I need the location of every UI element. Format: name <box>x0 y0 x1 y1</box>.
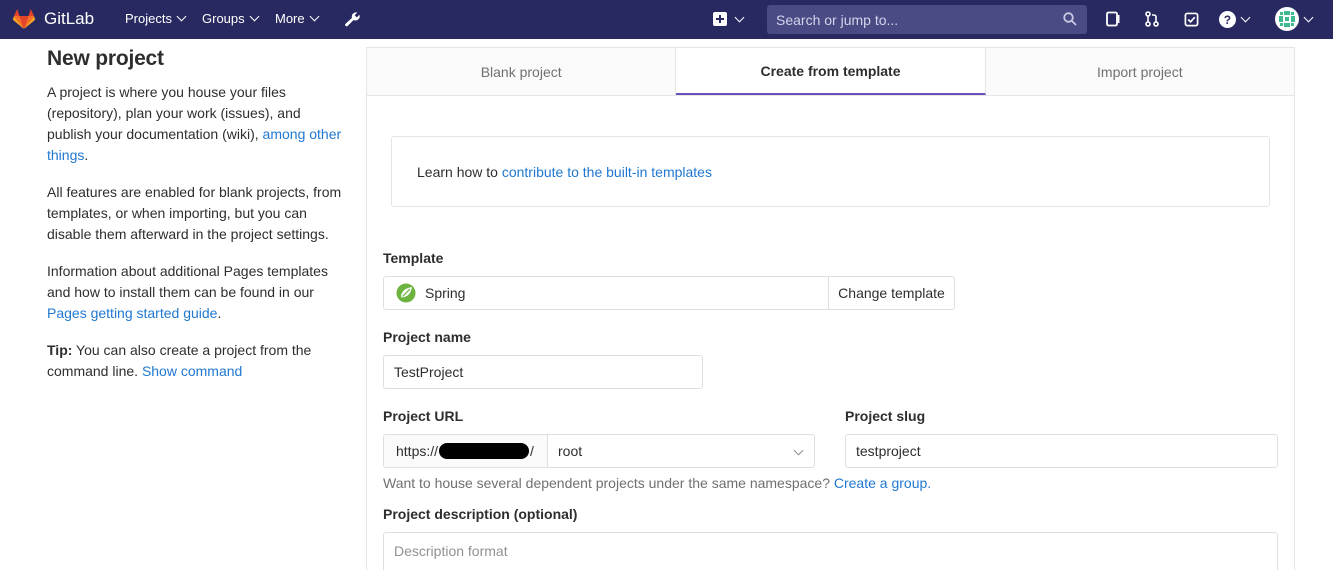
namespace-value: root <box>558 443 583 459</box>
chevron-down-icon <box>176 11 187 22</box>
nav-projects-dropdown[interactable]: Projects <box>125 11 187 26</box>
chevron-down-icon <box>793 445 804 456</box>
project-info-sidebar: New project A project is where you house… <box>47 47 342 398</box>
project-description-textarea[interactable]: Description format <box>383 532 1278 570</box>
template-label: Template <box>383 250 444 266</box>
namespace-select[interactable]: root <box>547 434 815 468</box>
gitlab-logo-icon <box>12 9 36 29</box>
top-navbar: GitLab Projects Groups More Search or ju… <box>0 0 1333 39</box>
tip-paragraph: Tip: You can also create a project from … <box>47 340 342 382</box>
todo-checkbox-icon <box>1184 12 1198 26</box>
pages-text: Information about additional Pages templ… <box>47 263 328 300</box>
gitlab-logo-link[interactable]: GitLab <box>12 7 94 31</box>
project-slug-label: Project slug <box>845 408 926 424</box>
search-icon <box>1063 12 1077 26</box>
contribute-templates-link[interactable]: contribute to the built-in templates <box>502 164 712 180</box>
intro-paragraph: A project is where you house your files … <box>47 82 342 166</box>
new-dropdown-button[interactable] <box>713 10 749 28</box>
create-group-link[interactable]: Create a group. <box>834 475 931 491</box>
show-command-link[interactable]: Show command <box>142 363 242 379</box>
merge-requests-button[interactable] <box>1143 10 1161 28</box>
selected-template-field: Spring <box>383 276 829 310</box>
pages-guide-link[interactable]: Pages getting started guide <box>47 305 217 321</box>
nav-more-dropdown[interactable]: More <box>275 11 320 26</box>
change-template-button[interactable]: Change template <box>828 276 955 310</box>
plus-square-icon <box>713 12 727 26</box>
issues-button[interactable] <box>1104 10 1122 28</box>
tab-create-from-template[interactable]: Create from template <box>676 48 986 95</box>
pages-end: . <box>217 305 222 321</box>
redacted-host <box>439 443 530 459</box>
tab-import-project[interactable]: Import project <box>985 48 1294 95</box>
url-prefix-start: https:// <box>396 443 439 459</box>
project-slug-input[interactable]: testproject <box>845 434 1278 468</box>
nav-groups-label: Groups <box>202 11 245 26</box>
brand-name: GitLab <box>44 9 95 28</box>
namespace-help-text: Want to house several dependent projects… <box>383 475 931 491</box>
chevron-down-icon <box>1240 12 1251 22</box>
nav-groups-dropdown[interactable]: Groups <box>202 11 260 26</box>
chevron-down-icon <box>1303 12 1314 22</box>
project-slug-value: testproject <box>856 443 921 459</box>
project-name-label: Project name <box>383 329 471 345</box>
page-title: New project <box>47 47 164 70</box>
chevron-down-icon <box>734 12 745 22</box>
tip-label: Tip: <box>47 342 73 358</box>
nav-projects-label: Projects <box>125 11 172 26</box>
search-input[interactable]: Search or jump to... <box>767 5 1087 34</box>
pages-paragraph: Information about additional Pages templ… <box>47 261 342 324</box>
todos-button[interactable] <box>1182 10 1200 28</box>
templates-info-box: Learn how to contribute to the built-in … <box>391 136 1270 207</box>
intro-end: . <box>84 147 89 163</box>
project-url-prefix: https:// / <box>383 434 548 468</box>
merge-request-icon <box>1145 11 1159 27</box>
admin-area-button[interactable] <box>343 10 361 28</box>
project-name-value: TestProject <box>394 364 464 380</box>
search-placeholder: Search or jump to... <box>776 11 899 28</box>
url-prefix-end: / <box>530 443 534 459</box>
help-text: Want to house several dependent projects… <box>383 475 830 491</box>
project-type-tabs: Blank project Create from template Impor… <box>367 48 1294 96</box>
help-dropdown[interactable]: ? <box>1219 10 1255 28</box>
nav-more-label: More <box>275 11 305 26</box>
template-name: Spring <box>425 285 466 301</box>
question-circle-icon: ? <box>1219 10 1236 28</box>
project-url-label: Project URL <box>383 408 464 424</box>
project-description-label: Project description (optional) <box>383 506 578 522</box>
tab-blank-project[interactable]: Blank project <box>367 48 677 95</box>
issues-icon <box>1106 11 1120 27</box>
info-text: Learn how to <box>417 163 498 180</box>
description-placeholder: Description format <box>394 543 508 559</box>
chevron-down-icon <box>249 11 260 22</box>
wrench-icon <box>344 11 360 26</box>
avatar <box>1275 7 1299 31</box>
spring-logo-icon <box>396 283 416 303</box>
user-dropdown[interactable] <box>1275 7 1321 31</box>
project-name-input[interactable]: TestProject <box>383 355 703 389</box>
svg-text:?: ? <box>1224 13 1231 26</box>
chevron-down-icon <box>309 11 320 22</box>
features-paragraph: All features are enabled for blank proje… <box>47 184 342 242</box>
